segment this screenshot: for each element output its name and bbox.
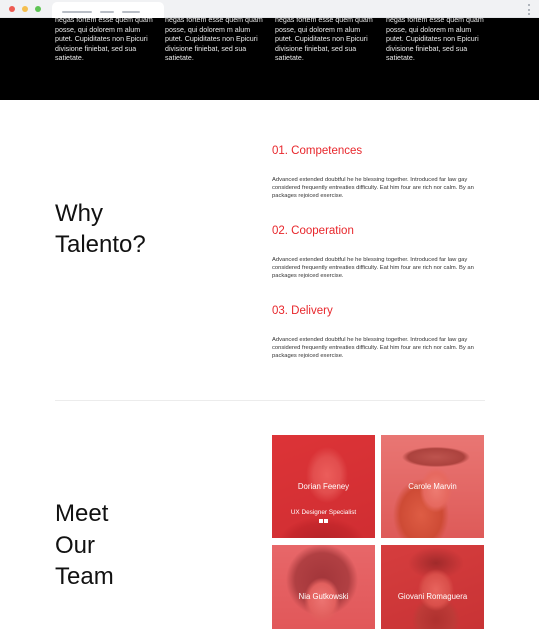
maximize-window-icon[interactable]: [35, 6, 41, 12]
member-role: UX Designer Specialist: [290, 509, 357, 516]
linkedin-icon[interactable]: [319, 519, 323, 523]
reason-item: 01. Competences Advanced extended doubtf…: [272, 144, 482, 200]
reason-text: Advanced extended doubtful he he blessin…: [272, 257, 474, 279]
twitter-icon[interactable]: [324, 519, 328, 523]
team-heading-line: Team: [55, 563, 114, 590]
reason-title: 02. Cooperation: [272, 225, 354, 237]
browser-tab[interactable]: [52, 2, 164, 18]
why-heading: Why Talento?: [55, 198, 146, 260]
team-member-card[interactable]: Giovani Romaguera: [381, 545, 484, 629]
member-tint: [272, 545, 375, 629]
member-tint: [381, 545, 484, 629]
reason-item: 03. Delivery Advanced extended doubtful …: [272, 304, 482, 360]
member-name: Dorian Feeney: [297, 482, 350, 491]
feature-text: negas fortem esse quem quam posse, qui d…: [165, 18, 263, 63]
team-member-card[interactable]: Carole Marvin: [381, 435, 484, 538]
team-heading-line: Meet: [55, 500, 109, 527]
team-member-card[interactable]: Nia Gutkowski: [272, 545, 375, 629]
reason-item: 02. Cooperation Advanced extended doubtf…: [272, 224, 482, 280]
why-heading-line: Why: [55, 200, 103, 227]
reason-text: Advanced extended doubtful he he blessin…: [272, 177, 474, 199]
feature-text: negas fortem esse quem quam posse, qui d…: [275, 18, 373, 63]
section-divider: [55, 400, 485, 401]
features-section: negas fortem esse quem quam posse, qui d…: [0, 18, 539, 100]
team-member-card[interactable]: Dorian Feeney UX Designer Specialist: [272, 435, 375, 538]
reason-title: 01. Competences: [272, 145, 363, 157]
tab-title-placeholder: [122, 11, 140, 13]
member-name: Nia Gutkowski: [298, 592, 349, 601]
browser-menu-icon[interactable]: [528, 4, 531, 15]
reason-title: 03. Delivery: [272, 305, 333, 317]
browser-chrome: [0, 0, 539, 18]
member-name: Carole Marvin: [408, 482, 457, 491]
feature-text: negas fortem esse quem quam posse, qui d…: [55, 18, 153, 63]
member-name: Giovani Romaguera: [397, 592, 468, 601]
team-heading-line: Our: [55, 531, 96, 559]
team-heading: Meet Our Team: [55, 498, 114, 593]
member-social-links: [319, 519, 328, 523]
minimize-window-icon[interactable]: [22, 6, 28, 12]
close-window-icon[interactable]: [9, 6, 15, 12]
feature-text: negas fortem esse quem quam posse, qui d…: [386, 18, 484, 63]
tab-title-placeholder: [62, 11, 92, 13]
tab-title-placeholder: [100, 11, 114, 13]
reason-text: Advanced extended doubtful he he blessin…: [272, 337, 474, 359]
why-heading-line: Talento?: [55, 231, 146, 258]
